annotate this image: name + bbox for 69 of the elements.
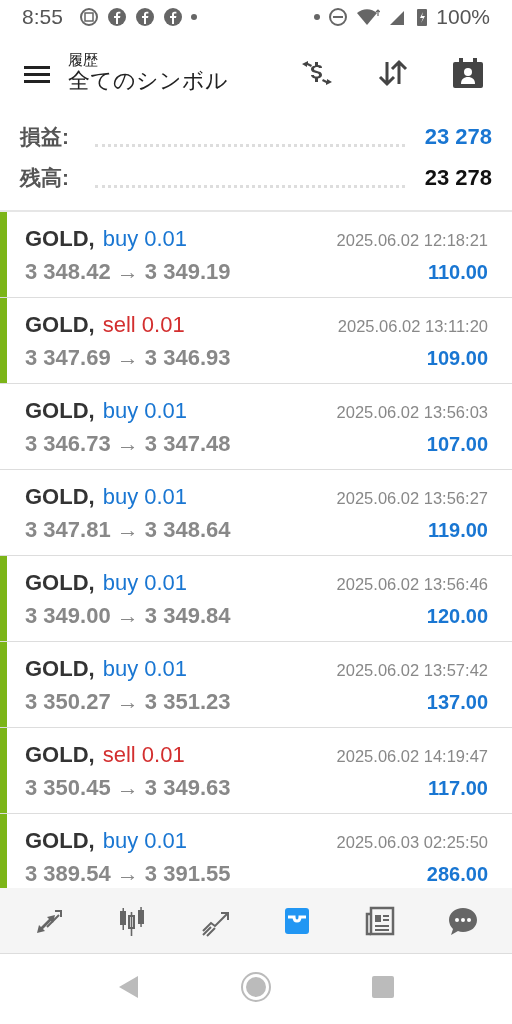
- menu-icon: [24, 63, 50, 84]
- clock-time: 8:55: [22, 4, 63, 31]
- deal-prices: 3 389.54 → 3 391.55: [25, 860, 231, 888]
- deal-row[interactable]: GOLD, sell 0.01 2025.06.02 14:19:47 3 350.45 → 3 349.63 117.00: [0, 728, 512, 814]
- sort-arrows-icon: [378, 59, 408, 87]
- deal-order: buy 0.01: [102, 483, 188, 511]
- deal-order: buy 0.01: [102, 569, 188, 597]
- dollar-exchange-icon: [300, 58, 334, 88]
- battery-icon: [416, 7, 429, 27]
- deal-symbol: GOLD,: [25, 311, 95, 339]
- wifi-icon: [356, 7, 381, 27]
- deal-prices: 3 346.73 → 3 347.48: [25, 430, 231, 458]
- deal-profit: 119.00: [427, 518, 488, 543]
- deal-prices: 3 350.27 → 3 351.23: [25, 688, 231, 716]
- deal-symbol: GOLD,: [25, 397, 95, 425]
- deal-symbol: GOLD,: [25, 741, 95, 769]
- deal-profit: 110.00: [427, 260, 488, 285]
- deal-prices: 3 350.45 → 3 349.63: [25, 774, 231, 802]
- deal-prices: 3 348.42 → 3 349.19: [25, 258, 231, 286]
- page-title: 全てのシンボル: [68, 68, 228, 95]
- deal-profit: 107.00: [426, 432, 488, 457]
- deal-profit: 117.00: [427, 776, 488, 801]
- newspaper-icon: [363, 904, 396, 937]
- battery-percent: 100%: [436, 4, 490, 31]
- deal-time: 2025.06.02 13:57:42: [336, 660, 488, 681]
- deal-row[interactable]: GOLD, buy 0.01 2025.06.02 13:56:27 3 347.81 → 3 348.64 119.00: [0, 470, 512, 556]
- deal-row[interactable]: GOLD, sell 0.01 2025.06.02 13:11:20 3 347.69 → 3 346.93 109.00: [0, 298, 512, 384]
- deal-order: buy 0.01: [102, 827, 188, 855]
- deal-row[interactable]: GOLD, buy 0.01 2025.06.02 12:18:21 3 348.42 → 3 349.19 110.00: [0, 212, 512, 298]
- deal-prices: 3 347.81 → 3 348.64: [25, 516, 231, 544]
- dot-icon: [190, 14, 197, 20]
- deal-time: 2025.06.02 13:56:03: [336, 402, 488, 423]
- facebook-icon: [106, 7, 127, 27]
- page-subtitle: 履歴: [68, 51, 99, 69]
- deal-row[interactable]: GOLD, buy 0.01 2025.06.02 13:56:03 3 346.73 → 3 347.48 107.00: [0, 384, 512, 470]
- deal-order: buy 0.01: [102, 655, 188, 683]
- deal-symbol: GOLD,: [25, 655, 95, 683]
- deal-order: buy 0.01: [102, 397, 188, 425]
- deal-order: sell 0.01: [102, 741, 185, 769]
- deal-time: 2025.06.02 14:19:47: [336, 746, 488, 767]
- deal-row[interactable]: GOLD, buy 0.01 2025.06.02 13:57:42 3 350.27 → 3 351.23 137.00: [0, 642, 512, 728]
- deal-time: 2025.06.03 02:25:50: [336, 832, 488, 853]
- deal-symbol: GOLD,: [25, 827, 95, 855]
- deal-symbol: GOLD,: [25, 569, 95, 597]
- facebook-icon: [162, 7, 183, 27]
- summary-label: 損益:: [20, 123, 69, 150]
- summary-value: 23 278: [424, 164, 492, 192]
- dot-icon: [314, 14, 321, 20]
- summary-value: 23 278: [424, 123, 492, 151]
- deal-order: sell 0.01: [102, 311, 185, 339]
- facebook-icon: [134, 7, 155, 27]
- deal-row[interactable]: GOLD, buy 0.01 2025.06.02 13:56:46 3 349.00 → 3 349.84 120.00: [0, 556, 512, 642]
- deal-profit: 109.00: [426, 346, 488, 371]
- deal-prices: 3 349.00 → 3 349.84: [25, 602, 231, 630]
- deal-symbol: GOLD,: [25, 483, 95, 511]
- deal-time: 2025.06.02 13:56:27: [336, 488, 488, 509]
- notification-icon: [78, 7, 99, 27]
- deal-prices: 3 347.69 → 3 346.93: [25, 344, 231, 372]
- deal-time: 2025.06.02 13:11:20: [337, 316, 488, 337]
- calendar-person-icon: [452, 57, 484, 89]
- deal-order: buy 0.01: [102, 225, 188, 253]
- summary-label: 残高:: [20, 164, 69, 191]
- deal-time: 2025.06.02 12:18:21: [336, 230, 488, 251]
- deal-symbol: GOLD,: [25, 225, 95, 253]
- deal-profit: 120.00: [426, 604, 488, 629]
- deal-time: 2025.06.02 13:56:46: [336, 574, 488, 595]
- do-not-disturb-icon: [328, 7, 349, 27]
- deal-profit: 137.00: [426, 690, 488, 715]
- deal-profit: 286.00: [426, 862, 488, 887]
